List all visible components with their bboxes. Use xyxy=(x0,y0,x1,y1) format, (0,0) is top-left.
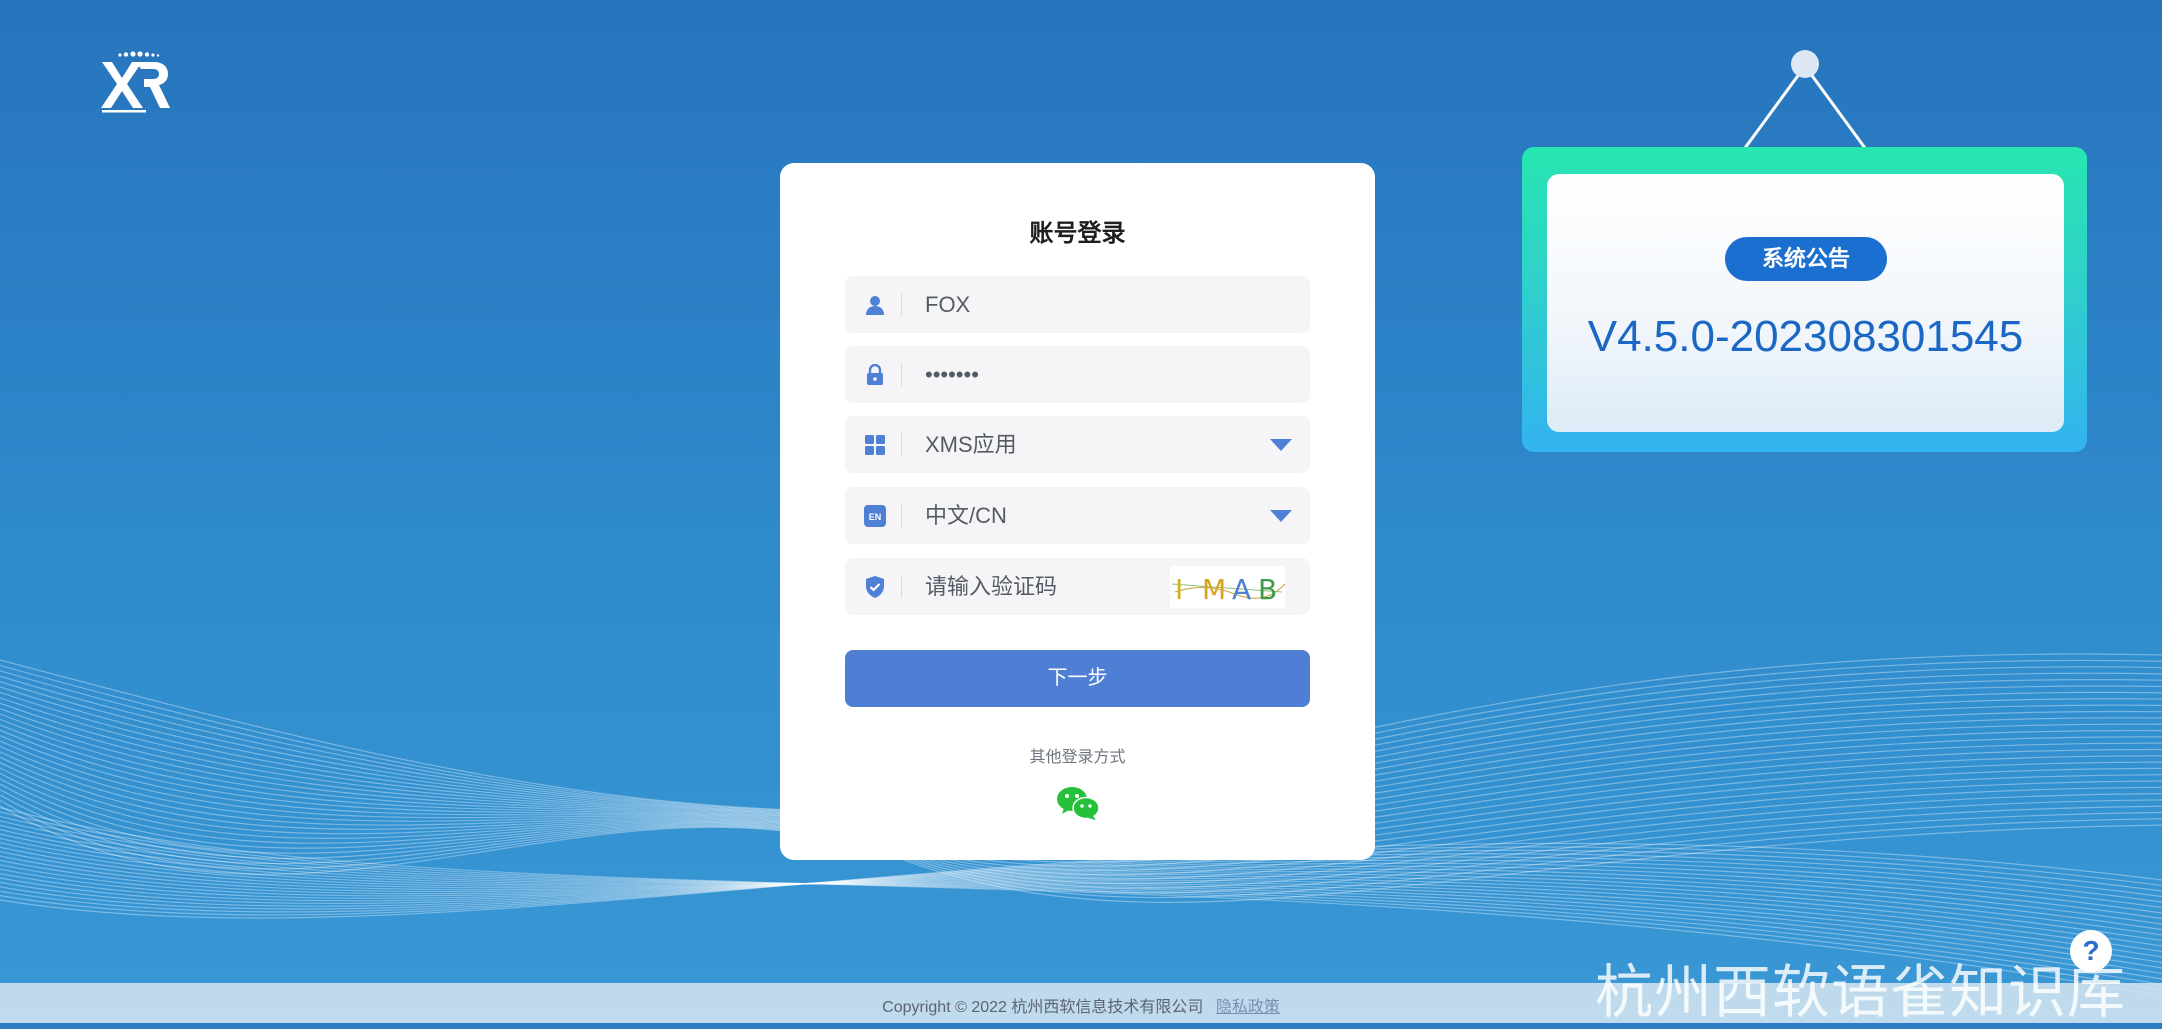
notice-board: 系统公告 V4.5.0-202308301545 xyxy=(1522,147,2087,452)
privacy-policy-link[interactable]: 隐私政策 xyxy=(1216,999,1280,1016)
app-select-value: XMS应用 xyxy=(925,432,1017,457)
svg-text:B: B xyxy=(1258,573,1277,606)
captcha-image[interactable]: I M A B IMAB xyxy=(1170,566,1285,608)
captcha-input[interactable] xyxy=(925,558,1165,615)
field-separator xyxy=(901,363,902,386)
language-select-value: 中文/CN xyxy=(925,503,1007,528)
language-icon: EN xyxy=(862,503,888,529)
help-icon[interactable]: ? xyxy=(2070,930,2112,972)
login-title: 账号登录 xyxy=(1029,220,1126,247)
other-login-label: 其他登录方式 xyxy=(1029,749,1126,766)
login-card: 账号登录 FOX ••••••• XMS应用 EN 中文/CN 请输入验证码 I… xyxy=(780,163,1375,860)
username-value[interactable]: FOX xyxy=(925,276,970,333)
language-select[interactable]: EN 中文/CN xyxy=(845,487,1310,544)
grid-icon xyxy=(862,432,888,458)
field-separator xyxy=(901,504,902,527)
copyright-text: Copyright © 2022 杭州西软信息技术有限公司 xyxy=(882,999,1204,1016)
shield-check-icon xyxy=(862,574,888,600)
chevron-down-icon[interactable] xyxy=(1270,510,1292,522)
username-field[interactable]: FOX xyxy=(845,276,1310,333)
svg-text:I: I xyxy=(1175,573,1183,606)
user-icon xyxy=(862,292,888,318)
next-button[interactable]: 下一步 xyxy=(845,650,1310,707)
field-separator xyxy=(901,293,902,316)
version-text: V4.5.0-202308301545 xyxy=(1587,312,2024,361)
captcha-field[interactable]: I M A B IMAB xyxy=(845,558,1310,615)
svg-text:A: A xyxy=(1232,573,1251,606)
svg-text:EN: EN xyxy=(869,512,882,522)
chevron-down-icon[interactable] xyxy=(1270,439,1292,451)
field-separator xyxy=(901,433,902,456)
lock-icon xyxy=(862,362,888,388)
svg-text:M: M xyxy=(1202,573,1226,606)
notice-board-panel: 系统公告 V4.5.0-202308301545 xyxy=(1547,174,2064,432)
watermark-text: 杭州西软语雀知识库 xyxy=(1595,958,2127,1026)
notice-badge: 系统公告 xyxy=(1725,237,1887,281)
brand-logo xyxy=(101,51,170,113)
field-separator xyxy=(901,575,902,598)
app-select[interactable]: XMS应用 xyxy=(845,416,1310,473)
password-value[interactable]: ••••••• xyxy=(925,346,979,403)
wechat-icon[interactable] xyxy=(1056,785,1100,821)
board-hanger xyxy=(1743,50,1867,149)
password-field[interactable]: ••••••• xyxy=(845,346,1310,403)
